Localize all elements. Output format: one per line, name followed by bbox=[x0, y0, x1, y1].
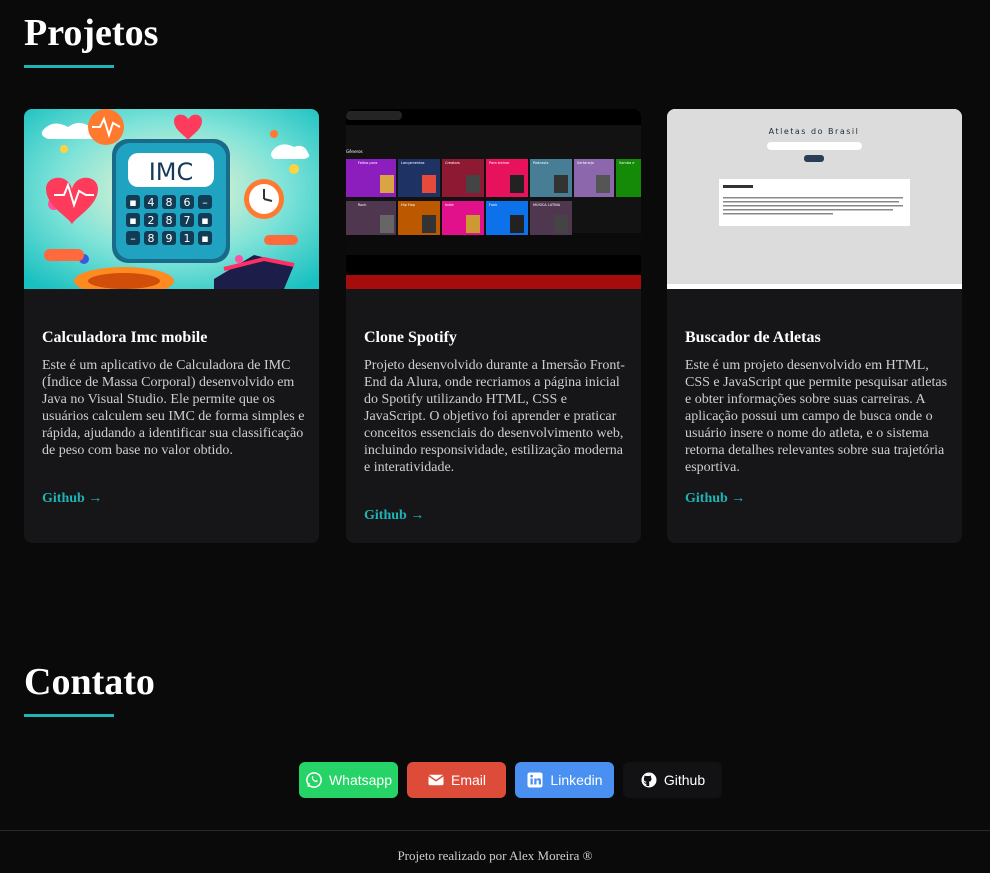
svg-text:2: 2 bbox=[148, 214, 155, 227]
contact-title: Contato bbox=[24, 661, 155, 703]
svg-text:▪: ▪ bbox=[201, 232, 208, 245]
svg-text:Sertanejo: Sertanejo bbox=[577, 161, 594, 165]
svg-text:Indie: Indie bbox=[445, 203, 454, 207]
project-card-athletes: Atletas do Brasil Buscador de Atletas Es… bbox=[667, 109, 962, 543]
svg-text:Funk: Funk bbox=[489, 203, 498, 207]
project-description: Projeto desenvolvido durante a Imersão F… bbox=[364, 358, 625, 475]
contact-title-underline bbox=[24, 714, 114, 717]
project-title: Buscador de Atletas bbox=[685, 329, 821, 346]
envelope-icon bbox=[427, 771, 445, 789]
github-label: Github bbox=[663, 772, 706, 788]
email-button[interactable]: Email bbox=[407, 762, 506, 798]
svg-text:Podcasts: Podcasts bbox=[533, 161, 549, 165]
svg-text:▪: ▪ bbox=[129, 196, 136, 209]
project-title: Calculadora Imc mobile bbox=[42, 329, 208, 346]
footer-text: Projeto realizado por Alex Moreira ® bbox=[397, 848, 593, 863]
linkedin-button[interactable]: Linkedin bbox=[515, 762, 614, 798]
footer-divider bbox=[0, 830, 990, 831]
svg-text:Creators: Creators bbox=[445, 161, 460, 165]
project-thumbnail-athletes: Atletas do Brasil bbox=[667, 109, 962, 289]
svg-text:8: 8 bbox=[166, 196, 173, 209]
thumbnail-heading: Atletas do Brasil bbox=[769, 127, 860, 136]
project-card-imc: IMC ▪ 4 8 6 – ▪ 2 8 7 ▪ – 8 9 1 ▪ Calcul… bbox=[24, 109, 319, 543]
svg-text:9: 9 bbox=[166, 232, 173, 245]
svg-text:MÚSICA LATINA: MÚSICA LATINA bbox=[533, 202, 561, 207]
linkedin-label: Linkedin bbox=[550, 772, 603, 788]
whatsapp-icon bbox=[305, 771, 323, 789]
project-github-link[interactable]: Github → bbox=[685, 491, 745, 507]
svg-text:8: 8 bbox=[166, 214, 173, 227]
svg-text:IMC: IMC bbox=[149, 158, 194, 186]
svg-text:Feitos para: Feitos para bbox=[358, 161, 377, 165]
project-card-spotify: Gêneros Feitos para Lançamentos Creators… bbox=[346, 109, 641, 543]
github-icon bbox=[640, 771, 658, 789]
github-button[interactable]: Github bbox=[623, 762, 722, 798]
svg-text:–: – bbox=[202, 196, 208, 209]
project-github-link[interactable]: Github → bbox=[364, 508, 424, 524]
linkedin-icon bbox=[526, 771, 544, 789]
svg-text:Hip Hop: Hip Hop bbox=[401, 203, 416, 207]
svg-text:7: 7 bbox=[184, 214, 191, 227]
project-thumbnail-spotify: Gêneros Feitos para Lançamentos Creators… bbox=[346, 109, 641, 289]
project-description: Este é um projeto desenvolvido em HTML, … bbox=[685, 358, 948, 475]
svg-text:8: 8 bbox=[148, 232, 155, 245]
svg-text:4: 4 bbox=[148, 196, 155, 209]
svg-text:Lançamentos: Lançamentos bbox=[401, 161, 425, 165]
project-thumbnail-imc: IMC ▪ 4 8 6 – ▪ 2 8 7 ▪ – 8 9 1 ▪ bbox=[24, 109, 319, 289]
svg-text:Samba e: Samba e bbox=[619, 161, 634, 165]
projects-title: Projetos bbox=[24, 12, 159, 54]
project-github-link[interactable]: Github → bbox=[42, 491, 102, 507]
projects-title-underline bbox=[24, 65, 114, 68]
svg-text:Gêneros: Gêneros bbox=[346, 149, 363, 154]
email-label: Email bbox=[450, 772, 486, 788]
whatsapp-label: Whatsapp bbox=[328, 772, 393, 788]
svg-text:Para treinar: Para treinar bbox=[489, 161, 510, 165]
svg-text:▪: ▪ bbox=[201, 214, 208, 227]
svg-text:Rock: Rock bbox=[358, 203, 367, 207]
contact-buttons: Whatsapp Email Linkedin Github bbox=[0, 762, 990, 798]
project-description: Este é um aplicativo de Calculadora de I… bbox=[42, 358, 305, 458]
project-title: Clone Spotify bbox=[364, 329, 457, 346]
svg-text:6: 6 bbox=[184, 196, 191, 209]
whatsapp-button[interactable]: Whatsapp bbox=[299, 762, 398, 798]
svg-text:–: – bbox=[130, 232, 136, 245]
svg-text:▪: ▪ bbox=[129, 214, 136, 227]
svg-text:1: 1 bbox=[184, 232, 191, 245]
